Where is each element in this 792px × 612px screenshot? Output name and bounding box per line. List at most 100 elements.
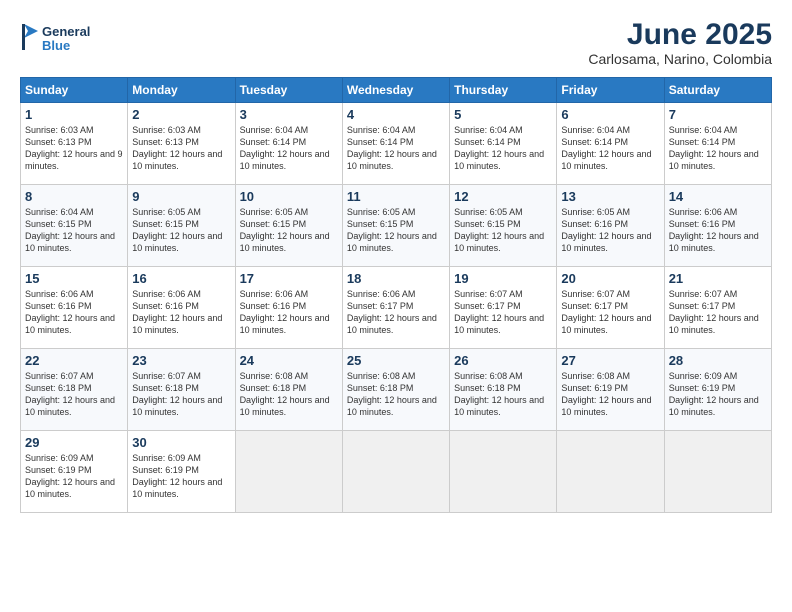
svg-text:Blue: Blue [42,38,70,53]
cell-content: Sunrise: 6:05 AMSunset: 6:15 PMDaylight:… [347,206,445,255]
day-number: 17 [240,271,338,286]
cell-content: Sunrise: 6:08 AMSunset: 6:18 PMDaylight:… [347,370,445,419]
day-number: 29 [25,435,123,450]
day-number: 24 [240,353,338,368]
day-20: 20 Sunrise: 6:07 AMSunset: 6:17 PMDaylig… [557,267,664,349]
day-number: 12 [454,189,552,204]
calendar-body: 1 Sunrise: 6:03 AM Sunset: 6:13 PM Dayli… [21,103,772,513]
day-27: 27 Sunrise: 6:08 AMSunset: 6:19 PMDaylig… [557,349,664,431]
day-number: 2 [132,107,230,122]
location: Carlosama, Narino, Colombia [588,51,772,67]
cell-content: Sunrise: 6:07 AMSunset: 6:17 PMDaylight:… [669,288,767,337]
day-6: 6 Sunrise: 6:04 AMSunset: 6:14 PMDayligh… [557,103,664,185]
cell-content: Sunrise: 6:09 AMSunset: 6:19 PMDaylight:… [669,370,767,419]
week-row-5: 29 Sunrise: 6:09 AMSunset: 6:19 PMDaylig… [21,431,772,513]
day-number: 20 [561,271,659,286]
day-number: 10 [240,189,338,204]
day-4: 4 Sunrise: 6:04 AMSunset: 6:14 PMDayligh… [342,103,449,185]
empty-cell [557,431,664,513]
calendar-header-row: Sunday Monday Tuesday Wednesday Thursday… [21,78,772,103]
day-number: 4 [347,107,445,122]
cell-content: Sunrise: 6:06 AMSunset: 6:16 PMDaylight:… [132,288,230,337]
day-number: 23 [132,353,230,368]
empty-cell [664,431,771,513]
day-30: 30 Sunrise: 6:09 AMSunset: 6:19 PMDaylig… [128,431,235,513]
cell-content: Sunrise: 6:09 AMSunset: 6:19 PMDaylight:… [132,452,230,501]
day-11: 11 Sunrise: 6:05 AMSunset: 6:15 PMDaylig… [342,185,449,267]
col-thursday: Thursday [450,78,557,103]
day-number: 3 [240,107,338,122]
day-19: 19 Sunrise: 6:07 AMSunset: 6:17 PMDaylig… [450,267,557,349]
day-number: 1 [25,107,123,122]
cell-content: Sunrise: 6:04 AMSunset: 6:14 PMDaylight:… [454,124,552,173]
day-number: 22 [25,353,123,368]
day-number: 16 [132,271,230,286]
day-number: 15 [25,271,123,286]
cell-content: Sunrise: 6:09 AMSunset: 6:19 PMDaylight:… [25,452,123,501]
day-3: 3 Sunrise: 6:04 AMSunset: 6:14 PMDayligh… [235,103,342,185]
cell-content: Sunrise: 6:04 AMSunset: 6:14 PMDaylight:… [240,124,338,173]
empty-cell [235,431,342,513]
col-tuesday: Tuesday [235,78,342,103]
day-7: 7 Sunrise: 6:04 AMSunset: 6:14 PMDayligh… [664,103,771,185]
day-2: 2 Sunrise: 6:03 AMSunset: 6:13 PMDayligh… [128,103,235,185]
day-28: 28 Sunrise: 6:09 AMSunset: 6:19 PMDaylig… [664,349,771,431]
cell-content: Sunrise: 6:06 AMSunset: 6:17 PMDaylight:… [347,288,445,337]
day-15: 15 Sunrise: 6:06 AMSunset: 6:16 PMDaylig… [21,267,128,349]
day-9: 9 Sunrise: 6:05 AMSunset: 6:15 PMDayligh… [128,185,235,267]
cell-content: Sunrise: 6:08 AMSunset: 6:18 PMDaylight:… [454,370,552,419]
day-21: 21 Sunrise: 6:07 AMSunset: 6:17 PMDaylig… [664,267,771,349]
cell-content: Sunrise: 6:04 AMSunset: 6:15 PMDaylight:… [25,206,123,255]
cell-content: Sunrise: 6:06 AMSunset: 6:16 PMDaylight:… [240,288,338,337]
day-26: 26 Sunrise: 6:08 AMSunset: 6:18 PMDaylig… [450,349,557,431]
col-friday: Friday [557,78,664,103]
day-5: 5 Sunrise: 6:04 AMSunset: 6:14 PMDayligh… [450,103,557,185]
day-number: 30 [132,435,230,450]
day-number: 6 [561,107,659,122]
day-1: 1 Sunrise: 6:03 AM Sunset: 6:13 PM Dayli… [21,103,128,185]
sunrise: Sunrise: 6:03 AM [25,125,94,135]
day-22: 22 Sunrise: 6:07 AMSunset: 6:18 PMDaylig… [21,349,128,431]
cell-content: Sunrise: 6:04 AMSunset: 6:14 PMDaylight:… [561,124,659,173]
cell-content: Sunrise: 6:05 AMSunset: 6:15 PMDaylight:… [132,206,230,255]
svg-text:General: General [42,24,90,39]
day-number: 21 [669,271,767,286]
cell-content: Sunrise: 6:08 AMSunset: 6:19 PMDaylight:… [561,370,659,419]
day-13: 13 Sunrise: 6:05 AMSunset: 6:16 PMDaylig… [557,185,664,267]
col-monday: Monday [128,78,235,103]
daylight: Daylight: 12 hours and 9 minutes. [25,149,123,171]
cell-content: Sunrise: 6:03 AMSunset: 6:13 PMDaylight:… [132,124,230,173]
day-14: 14 Sunrise: 6:06 AMSunset: 6:16 PMDaylig… [664,185,771,267]
cell-content: Sunrise: 6:05 AMSunset: 6:15 PMDaylight:… [454,206,552,255]
calendar-table: Sunday Monday Tuesday Wednesday Thursday… [20,77,772,513]
day-number: 9 [132,189,230,204]
cell-content: Sunrise: 6:05 AMSunset: 6:16 PMDaylight:… [561,206,659,255]
week-row-1: 1 Sunrise: 6:03 AM Sunset: 6:13 PM Dayli… [21,103,772,185]
week-row-3: 15 Sunrise: 6:06 AMSunset: 6:16 PMDaylig… [21,267,772,349]
sunset: Sunset: 6:13 PM [25,137,92,147]
day-16: 16 Sunrise: 6:06 AMSunset: 6:16 PMDaylig… [128,267,235,349]
cell-content: Sunrise: 6:07 AMSunset: 6:18 PMDaylight:… [132,370,230,419]
day-number: 26 [454,353,552,368]
calendar-page: General Blue June 2025 Carlosama, Narino… [0,0,792,612]
title-block: June 2025 Carlosama, Narino, Colombia [588,18,772,67]
day-29: 29 Sunrise: 6:09 AMSunset: 6:19 PMDaylig… [21,431,128,513]
day-12: 12 Sunrise: 6:05 AMSunset: 6:15 PMDaylig… [450,185,557,267]
cell-content: Sunrise: 6:04 AMSunset: 6:14 PMDaylight:… [347,124,445,173]
day-24: 24 Sunrise: 6:08 AMSunset: 6:18 PMDaylig… [235,349,342,431]
day-8: 8 Sunrise: 6:04 AMSunset: 6:15 PMDayligh… [21,185,128,267]
cell-content: Sunrise: 6:07 AMSunset: 6:17 PMDaylight:… [561,288,659,337]
day-23: 23 Sunrise: 6:07 AMSunset: 6:18 PMDaylig… [128,349,235,431]
day-number: 18 [347,271,445,286]
day-number: 7 [669,107,767,122]
day-number: 14 [669,189,767,204]
cell-content: Sunrise: 6:06 AMSunset: 6:16 PMDaylight:… [25,288,123,337]
month-year: June 2025 [588,18,772,51]
col-saturday: Saturday [664,78,771,103]
week-row-2: 8 Sunrise: 6:04 AMSunset: 6:15 PMDayligh… [21,185,772,267]
logo: General Blue [20,18,110,63]
cell-content: Sunrise: 6:07 AMSunset: 6:18 PMDaylight:… [25,370,123,419]
day-number: 28 [669,353,767,368]
cell-content: Sunrise: 6:08 AMSunset: 6:18 PMDaylight:… [240,370,338,419]
day-number: 11 [347,189,445,204]
